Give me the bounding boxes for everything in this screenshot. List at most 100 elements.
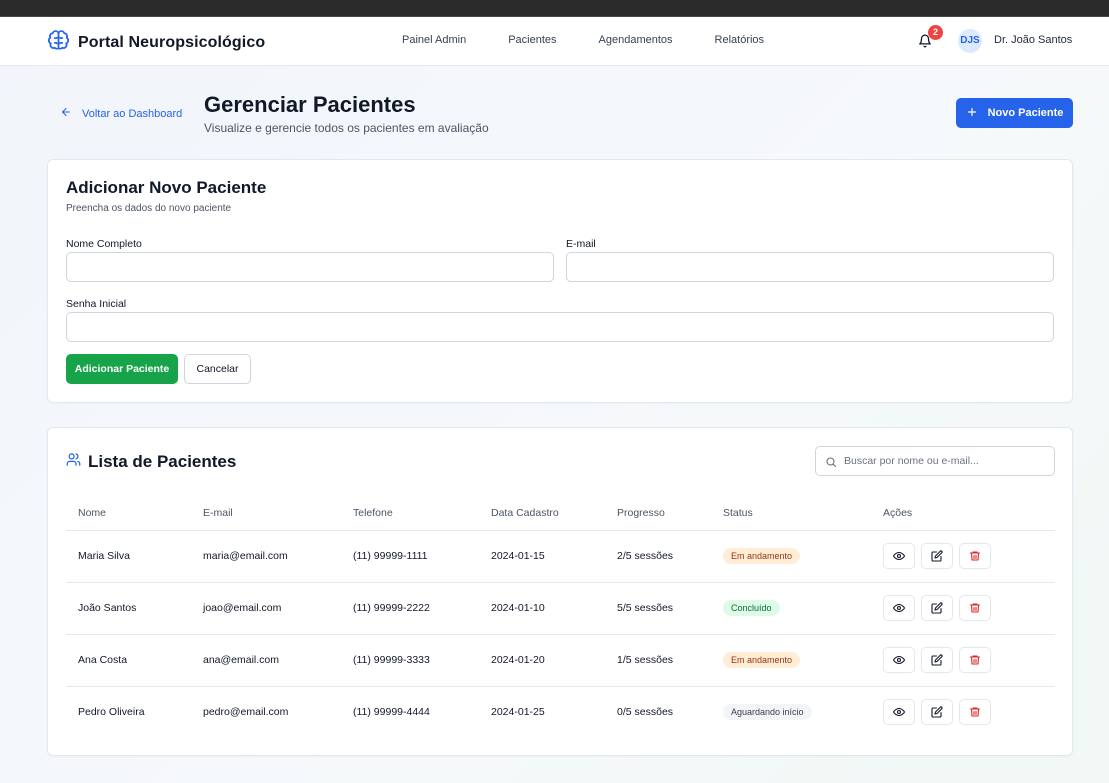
cell-name: Maria Silva <box>66 530 191 583</box>
page-subtitle: Visualize e gerencie todos os pacientes … <box>204 121 489 135</box>
add-patient-card: Adicionar Novo Paciente Preencha os dado… <box>47 159 1073 403</box>
cancel-button[interactable]: Cancelar <box>184 354 251 384</box>
add-patient-button[interactable]: Adicionar Paciente <box>66 354 178 384</box>
table-row: Pedro Oliveira pedro@email.com (11) 9999… <box>66 686 1055 738</box>
edit-icon <box>931 602 943 614</box>
search-icon <box>826 457 837 468</box>
cell-name: Pedro Oliveira <box>78 706 145 719</box>
new-patient-label: Novo Paciente <box>987 107 1064 119</box>
cell-progress: 0/5 sessões <box>617 706 674 719</box>
trash-icon <box>969 655 981 665</box>
avatar[interactable]: DJS <box>958 29 982 53</box>
edit-button[interactable] <box>921 699 953 726</box>
cell-actions <box>871 582 1055 635</box>
edit-button[interactable] <box>921 595 953 621</box>
main-nav: Painel Admin Pacientes Agendamentos Rela… <box>402 34 806 46</box>
status-badge: Concluído <box>723 600 780 616</box>
password-field[interactable] <box>66 312 1054 342</box>
cell-name: Ana Costa <box>66 634 191 687</box>
email-field[interactable] <box>566 252 1054 282</box>
column-header-name: Nome <box>66 496 191 531</box>
view-button[interactable] <box>883 595 915 621</box>
column-header-status: Status <box>711 496 871 531</box>
cell-progress: 5/5 sessões <box>605 582 711 635</box>
cell-progress: 2/5 sessões <box>605 530 711 583</box>
edit-icon <box>931 654 943 666</box>
cell-status: Aguardando início <box>711 686 871 738</box>
cell-actions <box>871 530 1055 583</box>
cell-phone: (11) 99999-3333 <box>341 634 479 687</box>
table-header-row: Nome E-mail Telefone Data Cadastro Progr… <box>66 496 1055 531</box>
edit-button[interactable] <box>921 543 953 569</box>
eye-icon <box>893 655 905 665</box>
patient-list-header: Lista de Pacientes <box>66 452 236 472</box>
eye-icon <box>893 708 905 717</box>
plus-icon <box>966 106 978 121</box>
trash-icon <box>969 707 981 717</box>
cell-email: maria@email.com <box>191 530 341 583</box>
page-title: Gerenciar Pacientes <box>204 92 416 117</box>
table-row: João Santos joao@email.com (11) 99999-22… <box>66 582 1055 635</box>
brand[interactable]: Portal Neuropsicológico <box>47 29 265 57</box>
cell-phone: (11) 99999-2222 <box>341 582 479 635</box>
cell-email: joao@email.com <box>191 582 341 635</box>
edit-button[interactable] <box>921 647 953 673</box>
row-actions <box>883 647 1055 673</box>
view-button[interactable] <box>883 699 915 726</box>
delete-button[interactable] <box>959 699 991 726</box>
cell-date: 2024-01-10 <box>479 582 605 635</box>
brain-icon <box>47 29 70 57</box>
search-input[interactable] <box>844 451 1044 471</box>
patients-table: Nome E-mail Telefone Data Cadastro Progr… <box>66 496 1055 738</box>
table-row: Ana Costa ana@email.com (11) 99999-3333 … <box>66 634 1055 687</box>
edit-icon <box>931 706 943 718</box>
user-name[interactable]: Dr. João Santos <box>994 34 1072 46</box>
back-to-dashboard-link[interactable]: Voltar ao Dashboard <box>60 106 182 121</box>
trash-icon <box>969 551 981 561</box>
status-badge: Aguardando início <box>723 704 812 721</box>
row-actions <box>883 699 1055 726</box>
column-header-email: E-mail <box>191 496 341 531</box>
delete-button[interactable] <box>959 595 991 621</box>
nav-relatorios[interactable]: Relatórios <box>715 34 765 46</box>
cell-email: pedro@email.com <box>203 706 289 719</box>
delete-button[interactable] <box>959 647 991 673</box>
nav-painel-admin[interactable]: Painel Admin <box>402 34 466 46</box>
name-label: Nome Completo <box>66 238 142 250</box>
add-patient-subtitle: Preencha os dados do novo paciente <box>66 203 232 214</box>
delete-button[interactable] <box>959 543 991 569</box>
cell-phone: (11) 99999-1111 <box>341 530 479 583</box>
cell-status: Em andamento <box>711 530 871 583</box>
email-label: E-mail <box>566 238 596 250</box>
column-header-date: Data Cadastro <box>479 496 605 531</box>
table-row: Maria Silva maria@email.com (11) 99999-1… <box>66 530 1055 583</box>
cell-status: Em andamento <box>711 634 871 687</box>
column-header-progress: Progresso <box>605 496 711 531</box>
view-button[interactable] <box>883 647 915 673</box>
users-icon <box>66 452 81 472</box>
trash-icon <box>969 603 981 613</box>
row-actions <box>883 543 1055 569</box>
new-patient-button[interactable]: Novo Paciente <box>956 98 1073 128</box>
cell-phone: (11) 99999-4444 <box>353 706 430 719</box>
cell-name: João Santos <box>66 582 191 635</box>
search-box <box>815 446 1055 476</box>
top-navbar: Portal Neuropsicológico Painel Admin Pac… <box>0 17 1109 66</box>
eye-icon <box>893 551 905 561</box>
cell-date: 2024-01-25 <box>491 706 545 719</box>
name-field[interactable] <box>66 252 554 282</box>
patient-list-card: Lista de Pacientes Nome E-mail Telefone … <box>47 427 1073 756</box>
arrow-left-icon <box>60 106 72 121</box>
cell-date: 2024-01-20 <box>479 634 605 687</box>
add-patient-title: Adicionar Novo Paciente <box>66 178 267 197</box>
nav-agendamentos[interactable]: Agendamentos <box>599 34 673 46</box>
view-button[interactable] <box>883 543 915 569</box>
nav-pacientes[interactable]: Pacientes <box>508 34 556 46</box>
patient-list-title: Lista de Pacientes <box>88 452 237 471</box>
notification-count-badge: 2 <box>928 25 943 40</box>
brand-name: Portal Neuropsicológico <box>78 34 266 51</box>
column-header-actions: Ações <box>871 496 1055 531</box>
cell-progress: 1/5 sessões <box>605 634 711 687</box>
browser-top-strip <box>0 0 1109 17</box>
cell-actions <box>871 634 1055 687</box>
